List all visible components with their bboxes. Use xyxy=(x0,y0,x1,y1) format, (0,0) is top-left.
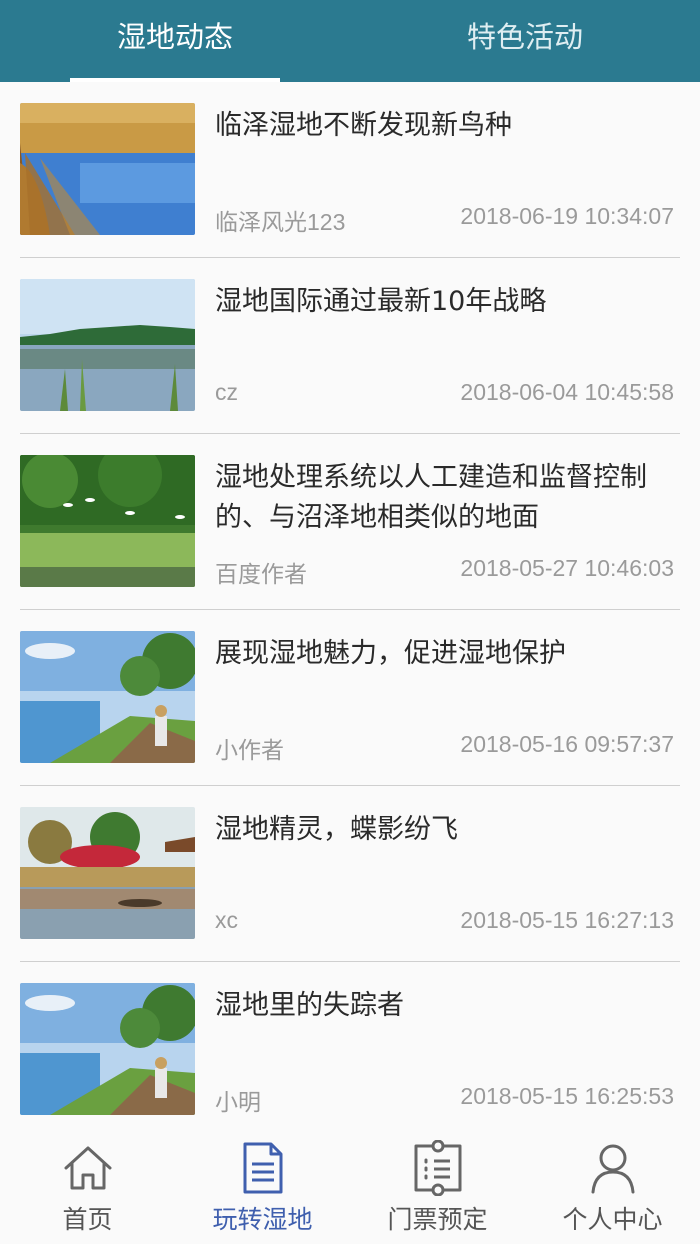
article-title: 湿地精灵，蝶影纷飞 xyxy=(215,814,458,845)
article-thumbnail xyxy=(20,807,195,939)
bottom-nav: 首页 玩转湿地 门票预定 个人中心 xyxy=(0,1122,700,1244)
article-author: 小作者 xyxy=(215,737,284,763)
nav-wetland[interactable]: 玩转湿地 xyxy=(175,1122,350,1244)
nav-label: 门票预定 xyxy=(387,1205,488,1234)
list-item[interactable]: 湿地国际通过最新10年战略 cz 2018-06-04 10:45:58 xyxy=(0,258,700,434)
article-author: 小明 xyxy=(215,1089,261,1115)
nav-label: 玩转湿地 xyxy=(212,1205,313,1234)
tab-wetland-news[interactable]: 湿地动态 xyxy=(0,0,350,82)
ticket-icon xyxy=(414,1140,461,1196)
list-item[interactable]: 湿地处理系统以人工建造和监督控制的、与沼泽地相类似的地面 百度作者 2018-0… xyxy=(0,434,700,610)
article-title: 临泽湿地不断发现新鸟种 xyxy=(215,110,512,141)
tab-featured-activities[interactable]: 特色活动 xyxy=(350,0,700,82)
article-date: 2018-05-15 16:25:53 xyxy=(460,1083,674,1109)
top-tab-bar: 湿地动态 特色活动 xyxy=(0,0,700,82)
article-title: 湿地处理系统以人工建造和监督控制的、与沼泽地相类似的地面 xyxy=(215,462,647,533)
article-author: 临泽风光123 xyxy=(215,209,346,235)
nav-tickets[interactable]: 门票预定 xyxy=(350,1122,525,1244)
article-date: 2018-06-19 10:34:07 xyxy=(460,203,674,229)
article-thumbnail xyxy=(20,983,195,1115)
article-title: 展现湿地魅力，促进湿地保护 xyxy=(215,638,566,669)
list-item[interactable]: 湿地里的失踪者 小明 2018-05-15 16:25:53 xyxy=(0,962,700,1116)
article-thumbnail xyxy=(20,631,195,763)
article-date: 2018-05-15 16:27:13 xyxy=(460,907,674,933)
article-author: cz xyxy=(215,379,238,405)
nav-home[interactable]: 首页 xyxy=(0,1122,175,1244)
article-author: xc xyxy=(215,907,238,933)
nav-label: 个人中心 xyxy=(562,1205,663,1234)
document-icon xyxy=(243,1142,282,1194)
list-item[interactable]: 湿地精灵，蝶影纷飞 xc 2018-05-15 16:27:13 xyxy=(0,786,700,962)
tab-label: 特色活动 xyxy=(466,20,583,54)
article-title: 湿地国际通过最新10年战略 xyxy=(215,286,547,317)
nav-label: 首页 xyxy=(62,1205,113,1234)
tab-label: 湿地动态 xyxy=(116,20,233,54)
list-item[interactable]: 展现湿地魅力，促进湿地保护 小作者 2018-05-16 09:57:37 xyxy=(0,610,700,786)
article-author: 百度作者 xyxy=(215,561,307,587)
list-item[interactable]: 临泽湿地不断发现新鸟种 临泽风光123 2018-06-19 10:34:07 xyxy=(0,82,700,258)
home-icon xyxy=(64,1146,111,1190)
article-list[interactable]: 临泽湿地不断发现新鸟种 临泽风光123 2018-06-19 10:34:07 … xyxy=(0,82,700,1116)
article-title: 湿地里的失踪者 xyxy=(215,990,404,1021)
article-thumbnail xyxy=(20,279,195,411)
person-icon xyxy=(591,1144,634,1194)
article-thumbnail xyxy=(20,103,195,235)
article-date: 2018-06-04 10:45:58 xyxy=(460,379,674,405)
article-date: 2018-05-16 09:57:37 xyxy=(460,731,674,757)
article-thumbnail xyxy=(20,455,195,587)
nav-profile[interactable]: 个人中心 xyxy=(525,1122,700,1244)
article-date: 2018-05-27 10:46:03 xyxy=(460,555,674,581)
